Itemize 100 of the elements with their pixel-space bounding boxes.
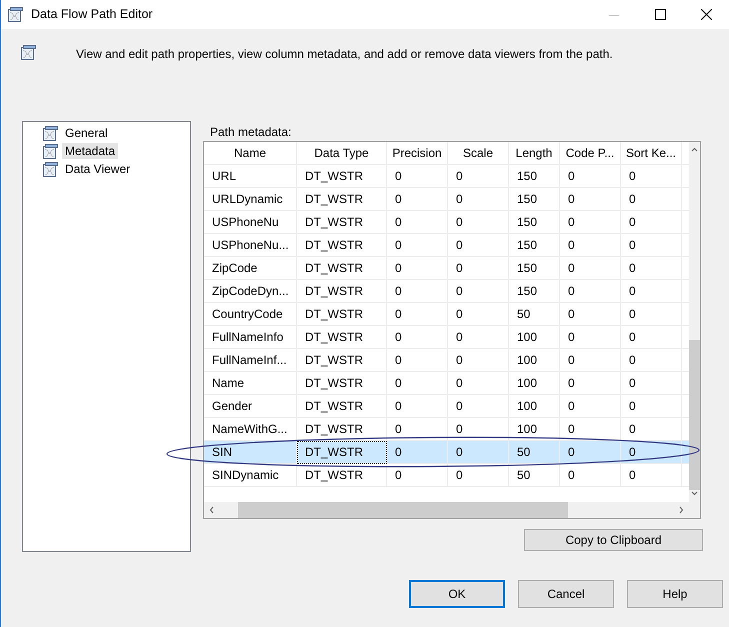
- table-cell: DT_WSTR: [297, 165, 387, 188]
- table-cell: 0: [560, 464, 621, 487]
- table-cell: 0: [448, 234, 509, 257]
- table-cell: 0: [448, 395, 509, 418]
- table-cell: DT_WSTR: [297, 234, 387, 257]
- table-cell: 0: [387, 464, 448, 487]
- table-cell: Name: [204, 372, 297, 395]
- table-cell: 0: [560, 326, 621, 349]
- table-cell: DT_WSTR: [297, 303, 387, 326]
- table-cell: 0: [448, 326, 509, 349]
- table-cell: 0: [448, 280, 509, 303]
- table-cell: 0: [621, 211, 682, 234]
- table-cell: URLDynamic: [204, 188, 297, 211]
- table-cell: 0: [387, 372, 448, 395]
- table-cell: 150: [509, 188, 560, 211]
- description-text: View and edit path properties, view column metadata, and add or remove data viewers from the path.: [76, 46, 613, 63]
- column-header[interactable]: Scale: [448, 142, 509, 165]
- component-icon: [8, 7, 23, 22]
- table-cell: 150: [509, 211, 560, 234]
- table-cell: ZipCode: [204, 257, 297, 280]
- table-cell: 0: [621, 372, 682, 395]
- table-label: Path metadata:: [210, 125, 292, 139]
- column-header[interactable]: Precision: [387, 142, 448, 165]
- table-cell: ZipCodeDyn...: [204, 280, 297, 303]
- table-cell: 0: [448, 257, 509, 280]
- table-cell: 0: [621, 441, 682, 464]
- table-cell: SINDynamic: [204, 464, 297, 487]
- table-cell: 0: [387, 165, 448, 188]
- table-cell: 0: [387, 188, 448, 211]
- table-cell: 0: [560, 372, 621, 395]
- table-cell: SIN: [204, 441, 297, 464]
- table-cell: 0: [448, 441, 509, 464]
- component-icon: [43, 162, 58, 176]
- dialog-button[interactable]: Cancel: [518, 580, 614, 608]
- table-cell: 100: [509, 326, 560, 349]
- table-cell: 0: [560, 257, 621, 280]
- table-row[interactable]: SIN DT_WSTR 0 0 50 0 0: [204, 441, 689, 464]
- table-cell: 0: [560, 349, 621, 372]
- table-cell: 0: [387, 280, 448, 303]
- table-cell: FullNameInfo: [204, 326, 297, 349]
- table-cell: 150: [509, 257, 560, 280]
- table-cell: CountryCode: [204, 303, 297, 326]
- table-cell: 0: [560, 211, 621, 234]
- sidebar-item[interactable]: General: [62, 125, 111, 141]
- table-cell: 0: [387, 303, 448, 326]
- copy-to-clipboard-button[interactable]: Copy to Clipboard: [524, 529, 703, 551]
- column-header[interactable]: Sort Ke...: [621, 142, 682, 165]
- table-cell: DT_WSTR: [297, 395, 387, 418]
- table-cell: 0: [560, 303, 621, 326]
- table-cell: DT_WSTR: [297, 464, 387, 487]
- table-cell: 150: [509, 165, 560, 188]
- table-cell: 0: [448, 349, 509, 372]
- component-icon: [21, 45, 36, 60]
- table-cell: 0: [560, 165, 621, 188]
- table-cell: 0: [448, 303, 509, 326]
- table-cell: 100: [509, 349, 560, 372]
- table-cell: DT_WSTR: [297, 326, 387, 349]
- table-cell: URL: [204, 165, 297, 188]
- table-cell: 0: [560, 395, 621, 418]
- table-cell: 50: [509, 441, 560, 464]
- component-icon: [43, 144, 58, 158]
- table-cell: DT_WSTR: [297, 211, 387, 234]
- table-cell: DT_WSTR: [297, 280, 387, 303]
- table-cell: 0: [387, 257, 448, 280]
- table-cell: 0: [387, 441, 448, 464]
- sidebar-item[interactable]: Metadata: [62, 143, 118, 159]
- dialog-button[interactable]: Help: [627, 580, 723, 608]
- table-cell: 0: [448, 165, 509, 188]
- table-cell: 0: [387, 326, 448, 349]
- table-cell: 0: [560, 234, 621, 257]
- table-cell: 0: [560, 280, 621, 303]
- dialog-button[interactable]: OK: [409, 580, 505, 608]
- table-cell: 0: [621, 257, 682, 280]
- table-cell: 0: [387, 234, 448, 257]
- column-header[interactable]: Name: [204, 142, 297, 165]
- table-cell: 0: [448, 211, 509, 234]
- table-cell: 0: [621, 303, 682, 326]
- table-cell: 0: [621, 165, 682, 188]
- table-cell: 0: [448, 372, 509, 395]
- table-cell: 0: [621, 395, 682, 418]
- table-cell: 50: [509, 464, 560, 487]
- table-cell: FullNameInf...: [204, 349, 297, 372]
- table-cell: DT_WSTR: [297, 257, 387, 280]
- table-cell: 150: [509, 280, 560, 303]
- table-cell: 0: [621, 464, 682, 487]
- table-cell: DT_WSTR: [297, 188, 387, 211]
- table-cell: USPhoneNu...: [204, 234, 297, 257]
- table-cell: USPhoneNu: [204, 211, 297, 234]
- maximize-icon: [654, 9, 666, 20]
- column-header[interactable]: Code P...: [560, 142, 621, 165]
- window-title: Data Flow Path Editor: [31, 6, 153, 24]
- table-cell: 0: [387, 211, 448, 234]
- sidebar-item[interactable]: Data Viewer: [62, 161, 134, 177]
- table-cell: DT_WSTR: [297, 372, 387, 395]
- table-cell: 0: [560, 188, 621, 211]
- column-header[interactable]: Data Type: [297, 142, 387, 165]
- component-icon: [43, 126, 58, 140]
- column-header[interactable]: Length: [509, 142, 560, 165]
- table-cell: 0: [621, 188, 682, 211]
- close-icon: [700, 9, 712, 20]
